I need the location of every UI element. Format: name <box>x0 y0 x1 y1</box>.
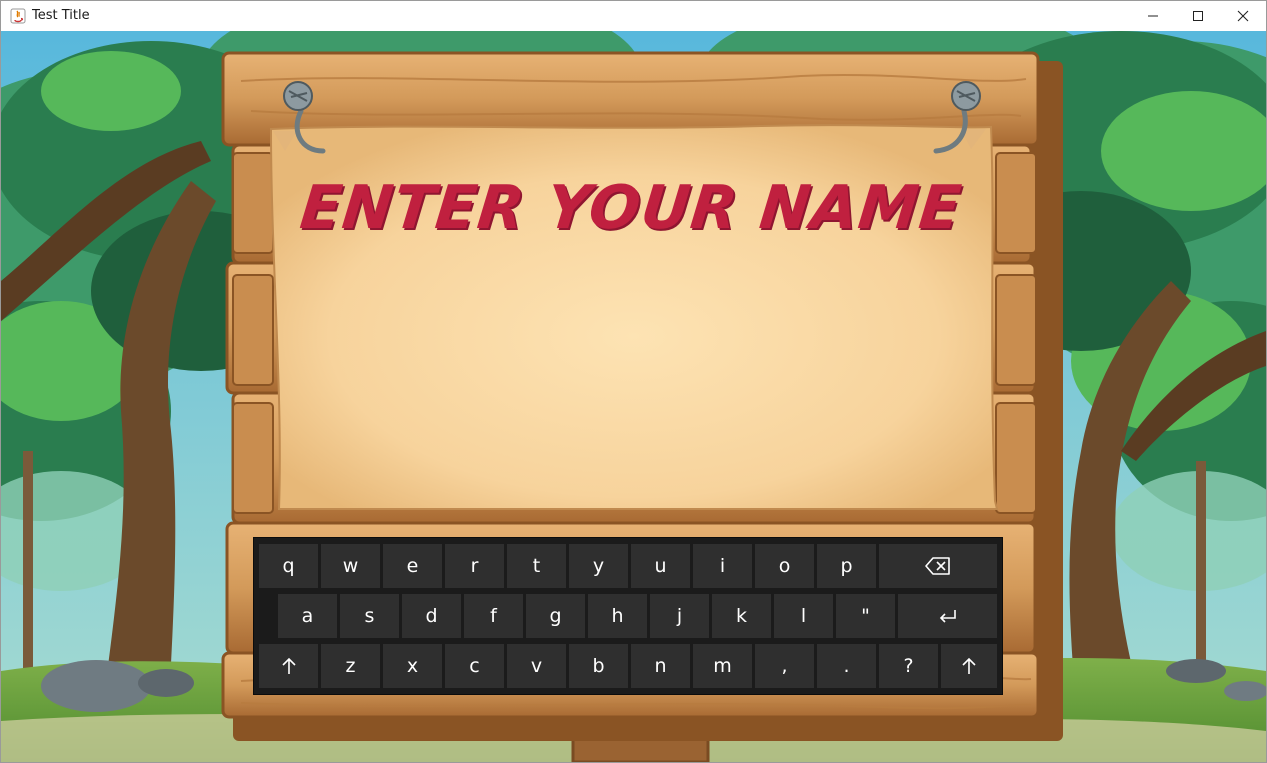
enter-key[interactable] <box>898 594 997 638</box>
key-z[interactable]: z <box>321 644 380 688</box>
shift-right-icon <box>962 657 976 674</box>
key-k[interactable]: k <box>712 594 771 638</box>
page-title: ENTER YOUR NAME <box>296 173 966 243</box>
key-x[interactable]: x <box>383 644 442 688</box>
key-a[interactable]: a <box>278 594 337 638</box>
key-h[interactable]: h <box>588 594 647 638</box>
on-screen-keyboard: q w e r t y u i o p a s d f g h j k l " <box>253 537 1003 695</box>
key-i[interactable]: i <box>693 544 752 588</box>
key-w[interactable]: w <box>321 544 380 588</box>
key-j[interactable]: j <box>650 594 709 638</box>
shift-right-key[interactable] <box>941 644 997 688</box>
key-s[interactable]: s <box>340 594 399 638</box>
key-d[interactable]: d <box>402 594 461 638</box>
shift-left-key[interactable] <box>259 644 318 688</box>
app-window: Test Title ENTER YOUR NAME q w e r t y u… <box>0 0 1267 763</box>
key-u[interactable]: u <box>631 544 690 588</box>
key-o[interactable]: o <box>755 544 814 588</box>
shift-left-icon <box>281 657 296 674</box>
key-y[interactable]: y <box>569 544 628 588</box>
key-f[interactable]: f <box>464 594 523 638</box>
backspace-key[interactable] <box>879 544 997 588</box>
key-b[interactable]: b <box>569 644 628 688</box>
key-quote[interactable]: " <box>836 594 895 638</box>
maximize-icon <box>1193 11 1203 21</box>
minimize-icon <box>1148 15 1158 17</box>
java-app-icon <box>10 8 26 24</box>
enter-icon <box>939 610 956 623</box>
key-c[interactable]: c <box>445 644 504 688</box>
key-n[interactable]: n <box>631 644 690 688</box>
close-button[interactable] <box>1220 1 1266 31</box>
key-period[interactable]: . <box>817 644 876 688</box>
key-e[interactable]: e <box>383 544 442 588</box>
key-q[interactable]: q <box>259 544 318 588</box>
minimize-button[interactable] <box>1130 1 1176 31</box>
name-display <box>321 321 941 381</box>
window-title: Test Title <box>32 8 90 23</box>
key-p[interactable]: p <box>817 544 876 588</box>
key-question[interactable]: ? <box>879 644 938 688</box>
backspace-icon <box>925 557 950 575</box>
title-bar: Test Title <box>1 1 1266 31</box>
key-g[interactable]: g <box>526 594 585 638</box>
key-comma[interactable]: , <box>755 644 814 688</box>
key-m[interactable]: m <box>693 644 752 688</box>
key-v[interactable]: v <box>507 644 566 688</box>
close-icon <box>1237 10 1249 22</box>
key-t[interactable]: t <box>507 544 566 588</box>
key-r[interactable]: r <box>445 544 504 588</box>
maximize-button[interactable] <box>1175 1 1221 31</box>
key-l[interactable]: l <box>774 594 833 638</box>
